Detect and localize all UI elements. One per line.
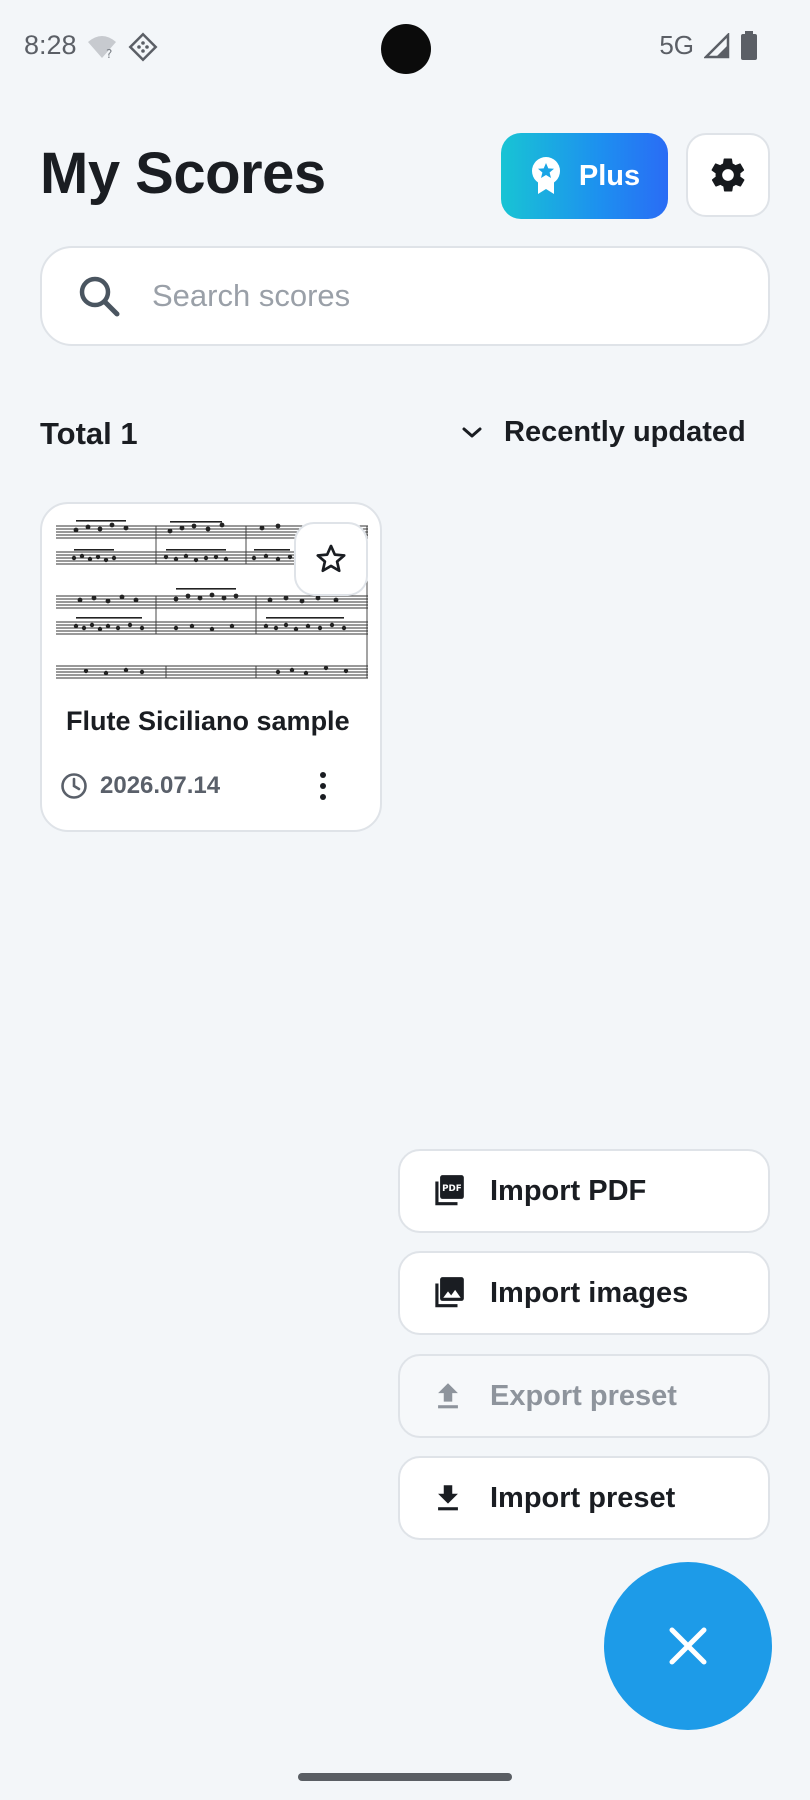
- search-bar[interactable]: [40, 246, 770, 346]
- battery-icon: [741, 30, 757, 60]
- award-icon: [531, 157, 560, 194]
- status-time: 8:28: [24, 30, 77, 60]
- diamond-icon: [128, 32, 158, 62]
- import-pdf-label: Import PDF: [490, 1174, 647, 1207]
- export-preset-button[interactable]: Export preset: [398, 1354, 770, 1438]
- images-icon: [428, 1273, 468, 1313]
- search-icon: [76, 273, 122, 319]
- score-card[interactable]: Flute Siciliano sample 2026.07.14: [40, 502, 382, 832]
- sort-label: Recently updated: [504, 416, 746, 448]
- export-preset-label: Export preset: [490, 1379, 677, 1412]
- kebab-icon: [320, 772, 326, 778]
- close-icon: [669, 1627, 707, 1665]
- clock-icon: [61, 773, 87, 799]
- import-images-label: Import images: [490, 1276, 689, 1309]
- close-fab-button[interactable]: [604, 1562, 772, 1730]
- network-label: 5G: [659, 30, 694, 60]
- import-preset-button[interactable]: Import preset: [398, 1456, 770, 1540]
- total-count: Total 1: [40, 416, 138, 451]
- plus-button[interactable]: Plus: [501, 133, 668, 219]
- wifi-icon: ?: [88, 36, 116, 60]
- import-preset-label: Import preset: [490, 1481, 676, 1514]
- import-pdf-button[interactable]: PDF Import PDF: [398, 1149, 770, 1233]
- signal-icon: [704, 32, 730, 58]
- upload-icon: [428, 1376, 468, 1416]
- more-options-button[interactable]: [308, 764, 338, 808]
- page-title: My Scores: [40, 141, 326, 206]
- status-right: 5G: [659, 30, 758, 61]
- sort-dropdown[interactable]: Recently updated: [460, 416, 746, 449]
- score-date-row: 2026.07.14: [60, 772, 220, 800]
- home-indicator[interactable]: [298, 1773, 512, 1781]
- camera-cutout: [381, 24, 431, 74]
- import-images-button[interactable]: Import images: [398, 1251, 770, 1335]
- svg-text:?: ?: [106, 47, 112, 60]
- score-title: Flute Siciliano sample: [66, 706, 350, 736]
- download-icon: [428, 1478, 468, 1518]
- search-input[interactable]: [150, 277, 674, 315]
- svg-text:PDF: PDF: [442, 1184, 462, 1194]
- settings-button[interactable]: [686, 133, 770, 217]
- plus-label: Plus: [578, 159, 641, 192]
- score-date: 2026.07.14: [100, 772, 221, 799]
- chevron-down-icon: [462, 427, 482, 437]
- favorite-button[interactable]: [294, 522, 368, 596]
- gear-icon: [711, 158, 745, 192]
- star-icon: [316, 544, 346, 573]
- pdf-icon: PDF: [428, 1171, 468, 1211]
